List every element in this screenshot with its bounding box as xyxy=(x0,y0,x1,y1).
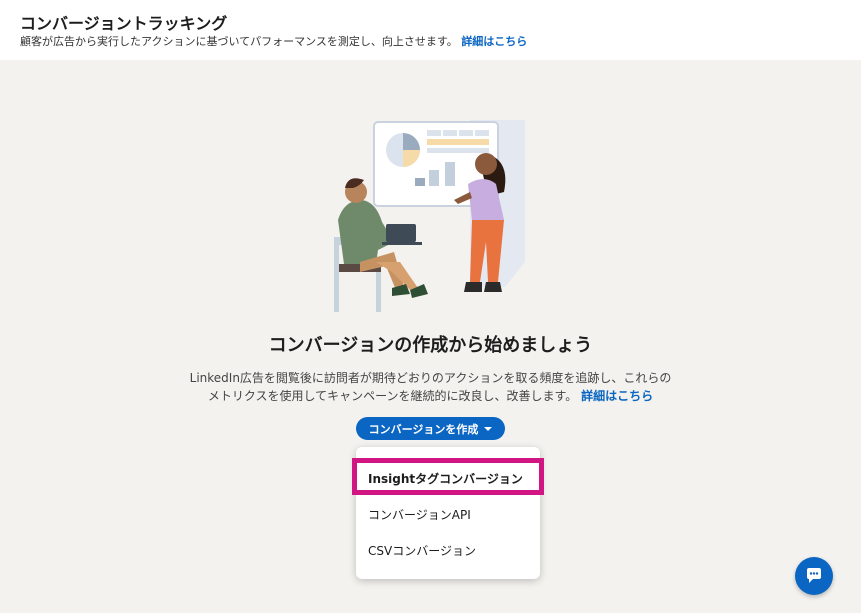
page-subtitle: 顧客が広告から実行したアクションに基づいてパフォーマンスを測定し、向上させます。… xyxy=(20,33,527,49)
dropdown-item-csv[interactable]: CSVコンバージョン xyxy=(368,542,476,559)
empty-state-description: LinkedIn広告を閲覧後に訪問者が期待どおりのアクションを取る頻度を追跡し、… xyxy=(185,369,676,405)
conversion-type-dropdown: Insightタグコンバージョン コンバージョンAPI CSVコンバージョン xyxy=(352,447,544,579)
people-presenting-illustration xyxy=(334,120,525,312)
main-learn-more-link[interactable]: 詳細はこちら xyxy=(581,389,653,403)
empty-state-illustration xyxy=(320,112,540,317)
highlight-box xyxy=(352,458,544,495)
page-title: コンバージョントラッキング xyxy=(20,14,228,33)
page-header: コンバージョントラッキング 顧客が広告から実行したアクションに基づいてパフォーマ… xyxy=(0,0,861,60)
header-learn-more-link[interactable]: 詳細はこちら xyxy=(461,35,527,48)
chat-button[interactable] xyxy=(795,557,833,595)
caret-down-icon xyxy=(484,427,493,431)
create-conversion-label: コンバージョンを作成 xyxy=(368,422,479,436)
subtitle-text: 顧客が広告から実行したアクションに基づいてパフォーマンスを測定し、向上させます。 xyxy=(20,35,458,48)
dropdown-item-conversion-api[interactable]: コンバージョンAPI xyxy=(368,506,471,523)
empty-state-title: コンバージョンの作成から始めましょう xyxy=(268,335,593,356)
create-conversion-button[interactable]: コンバージョンを作成 xyxy=(356,417,505,440)
chat-bubble-icon xyxy=(807,568,821,583)
